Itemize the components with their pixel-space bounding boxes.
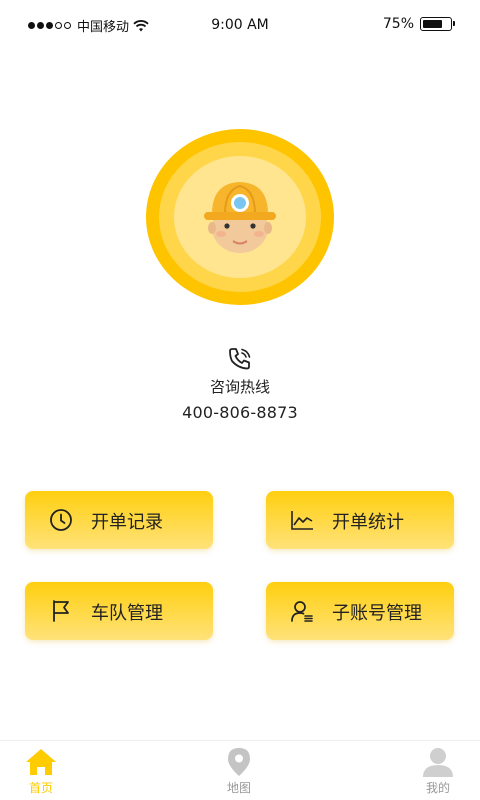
order-records-button[interactable]: 开单记录 <box>25 491 213 549</box>
miner-helmet-avatar-icon <box>146 129 334 305</box>
avatar <box>145 128 335 306</box>
order-records-label: 开单记录 <box>91 512 163 533</box>
flag-icon <box>53 600 69 622</box>
fleet-management-button[interactable]: 车队管理 <box>25 582 213 640</box>
fleet-management-label: 车队管理 <box>91 603 163 624</box>
sub-account-management-button[interactable]: 子账号管理 <box>266 582 454 640</box>
status-right: 75% <box>382 16 455 32</box>
hotline-title: 咨询热线 <box>209 378 270 396</box>
tab-map[interactable]: 地图 <box>204 747 274 800</box>
home-icon <box>26 749 56 775</box>
battery-fill <box>422 19 442 28</box>
tab-mine[interactable]: 我的 <box>403 747 473 800</box>
order-stats-button[interactable]: 开单统计 <box>266 491 454 549</box>
tab-home[interactable]: 首页 <box>6 747 76 800</box>
tab-home-label: 首页 <box>28 781 53 795</box>
order-stats-label: 开单统计 <box>332 512 404 533</box>
line-chart-icon <box>291 511 313 530</box>
tab-map-label: 地图 <box>226 781 251 795</box>
hotline-number[interactable]: 400-806-8873 <box>0 403 480 422</box>
hotline-section: 咨询热线 400-806-8873 <box>0 346 480 422</box>
battery-percent: 75% <box>382 16 414 32</box>
status-bar: 中国移动 9:00 AM 75% <box>0 0 480 52</box>
sub-account-management-label: 子账号管理 <box>332 603 422 624</box>
phone-icon[interactable] <box>227 346 253 372</box>
user-list-icon <box>291 601 313 622</box>
bottom-tab-bar: 首页 地图 我的 <box>0 740 480 800</box>
clock-icon <box>50 509 72 531</box>
map-pin-icon <box>228 748 250 776</box>
user-icon <box>423 748 453 777</box>
tab-mine-label: 我的 <box>425 781 450 795</box>
battery-icon <box>420 17 455 31</box>
